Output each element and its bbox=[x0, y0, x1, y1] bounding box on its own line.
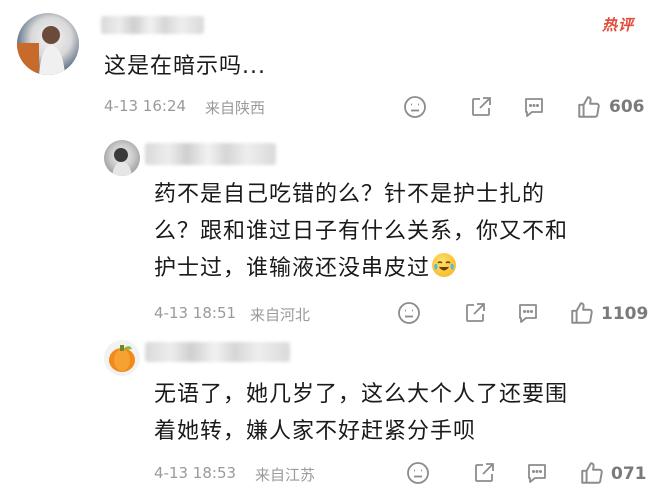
emoji-icon[interactable] bbox=[403, 95, 427, 119]
comment-location: 来自陕西 bbox=[205, 99, 266, 117]
comment-text: 么？跟和谁过日子有什么关系，你又不和 bbox=[154, 219, 569, 244]
comment-location: 来自河北 bbox=[250, 306, 311, 324]
thumbs-up-icon[interactable] bbox=[569, 300, 595, 326]
comment-text: 无语了，她几岁了，这么大个人了还要围 bbox=[154, 382, 569, 407]
comment-text: 药不是自己吃错的么？针不是护士扎的 bbox=[154, 182, 546, 207]
share-icon[interactable] bbox=[463, 301, 487, 325]
comment-icon[interactable] bbox=[525, 461, 549, 485]
comment-text-last: 护士过，谁输液还没串皮过 bbox=[154, 250, 457, 287]
hot-comment-badge: 热评 bbox=[602, 16, 635, 34]
avatar[interactable] bbox=[104, 340, 140, 376]
share-icon[interactable] bbox=[472, 461, 496, 485]
share-icon[interactable] bbox=[469, 95, 493, 119]
comment-time: 4-13 18:51 bbox=[154, 304, 237, 322]
avatar[interactable] bbox=[17, 13, 79, 75]
username[interactable] bbox=[101, 16, 204, 34]
thumbs-up-icon[interactable] bbox=[579, 460, 605, 486]
comment-time: 4-13 18:53 bbox=[154, 464, 237, 482]
comment-icon[interactable] bbox=[516, 301, 540, 325]
comment-time: 4-13 16:24 bbox=[104, 97, 187, 115]
like-count: 606 bbox=[609, 97, 645, 117]
comment-location: 来自江苏 bbox=[255, 466, 316, 484]
avatar[interactable] bbox=[104, 140, 140, 176]
comment-icon[interactable] bbox=[522, 95, 546, 119]
username[interactable] bbox=[145, 143, 276, 165]
laugh-cry-emoji-icon bbox=[432, 253, 457, 277]
username[interactable] bbox=[145, 342, 290, 362]
like-count: 071 bbox=[611, 464, 647, 484]
comment-text: 着她转，嫌人家不好赶紧分手呗 bbox=[154, 419, 477, 444]
like-count: 1109 bbox=[601, 304, 649, 324]
comment-text: 这是在暗示吗... bbox=[104, 54, 266, 79]
emoji-icon[interactable] bbox=[406, 461, 430, 485]
emoji-icon[interactable] bbox=[397, 301, 421, 325]
thumbs-up-icon[interactable] bbox=[576, 94, 602, 120]
comment-text: 护士过，谁输液还没串皮过 bbox=[154, 256, 431, 281]
